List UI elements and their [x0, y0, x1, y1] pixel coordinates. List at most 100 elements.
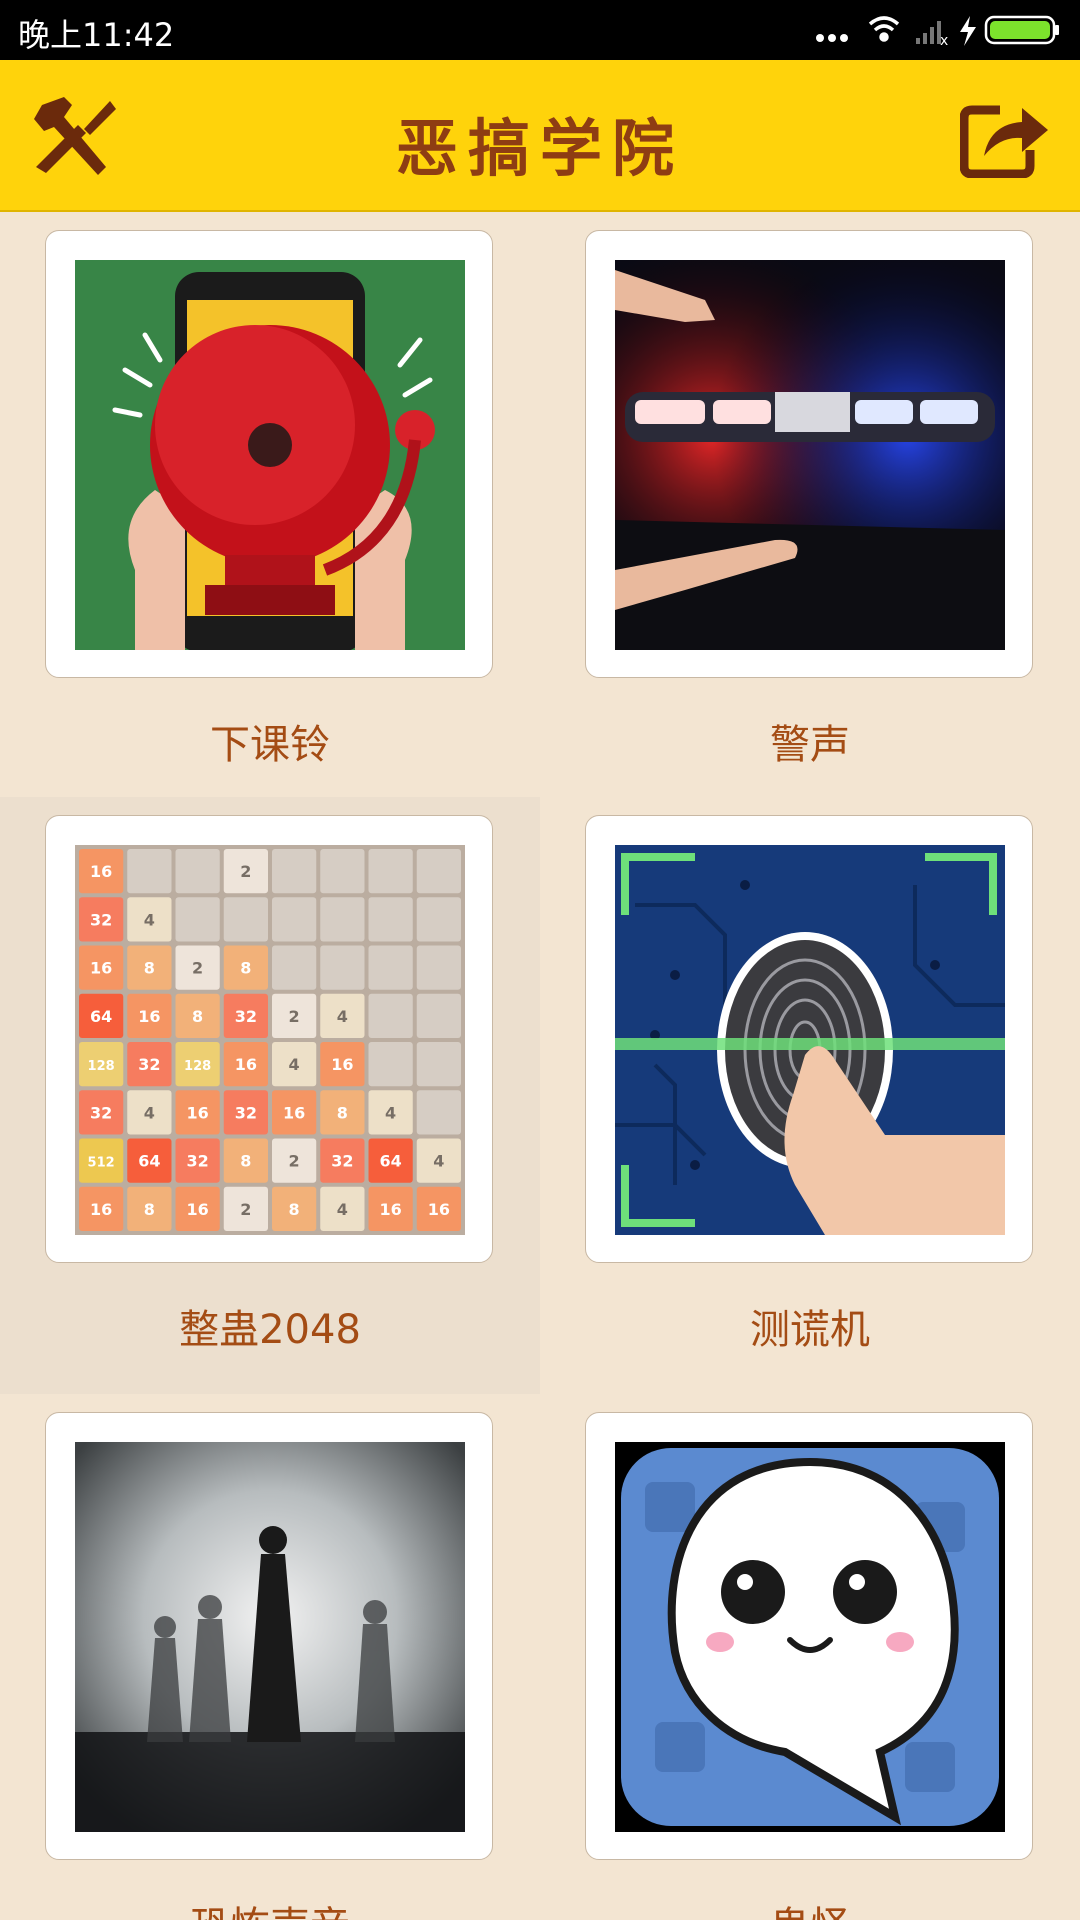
tile-2048-value: 128: [184, 1059, 211, 1074]
tile-2048-value: 16: [428, 1200, 450, 1219]
tile-2048-value: 64: [379, 1152, 401, 1171]
grid-item-school-bell[interactable]: 下课铃: [0, 212, 540, 809]
tile-2048: [272, 849, 317, 894]
status-bar: 晚上11:42 x: [0, 0, 1080, 60]
tile-2048-value: 16: [283, 1103, 305, 1122]
signal-icon: x: [916, 21, 948, 48]
tile-2048: [416, 1042, 461, 1087]
tile-2048-value: 512: [88, 1156, 115, 1171]
item-card: [45, 1412, 493, 1860]
item-label: 恐怖声音: [0, 1894, 540, 1920]
status-time: 晚上11:42: [18, 16, 175, 54]
tile-2048: [368, 993, 413, 1038]
tile-2048-value: 4: [433, 1152, 444, 1171]
grid-item-game-2048[interactable]: 16 2 32 4 16 8 2 8 64 16 8 32 2 4 128 32 128 16 4 16 32 4 16 32…: [0, 797, 540, 1394]
more-dots-icon: [816, 34, 848, 42]
item-label: 测谎机: [750, 1307, 870, 1353]
share-button[interactable]: [959, 92, 1052, 179]
tile-2048-value: 16: [186, 1103, 208, 1122]
ghost-icon: [615, 1442, 1005, 1832]
tile-2048-value: 16: [90, 959, 112, 978]
tile-2048-value: 8: [192, 1007, 203, 1026]
status-icons: x: [816, 15, 1059, 48]
item-card: 16 2 32 4 16 8 2 8 64 16 8 32 2 4 128 32 128 16 4 16 32 4 16 32…: [45, 815, 493, 1263]
school-bell-icon: [75, 260, 465, 650]
tile-2048: [320, 897, 365, 942]
tile-2048-value: 128: [88, 1059, 115, 1074]
wifi-icon: [868, 16, 900, 42]
app-bar: 恶搞学院: [0, 60, 1080, 212]
tile-2048-value: 16: [138, 1007, 160, 1026]
tile-2048-value: 4: [289, 1055, 300, 1074]
tile-2048-value: 8: [144, 959, 155, 978]
game-2048-icon: 16 2 32 4 16 8 2 8 64 16 8 32 2 4 128 32 128 16 4 16 32 4 16 32…: [75, 845, 465, 1235]
tile-2048: [368, 945, 413, 990]
tile-2048-value: 16: [90, 1200, 112, 1219]
tile-2048-value: 16: [90, 862, 112, 881]
police-siren-icon: [615, 260, 1005, 650]
tile-2048: [416, 993, 461, 1038]
tile-2048-value: 64: [90, 1007, 112, 1026]
tile-2048-value: 8: [240, 1152, 251, 1171]
grid-item-ghost[interactable]: 鬼怪: [540, 1394, 1080, 1920]
tile-2048: [320, 945, 365, 990]
tile-2048: [416, 897, 461, 942]
item-card: [45, 230, 493, 678]
tile-2048-value: 32: [235, 1103, 257, 1122]
tile-2048-value: 32: [90, 910, 112, 929]
battery-icon: [984, 15, 1059, 45]
tile-2048: [272, 897, 317, 942]
tile-2048-value: 4: [337, 1200, 348, 1219]
tile-2048-value: 8: [337, 1103, 348, 1122]
share-icon: [959, 105, 1048, 179]
item-label: 下课铃: [210, 722, 330, 768]
page-title: 恶搞学院: [395, 112, 684, 185]
tile-2048-value: 32: [331, 1152, 353, 1171]
tile-2048: [272, 945, 317, 990]
tile-2048-value: 32: [138, 1055, 160, 1074]
tile-2048: [223, 897, 268, 942]
tile-2048: [416, 849, 461, 894]
svg-text:x: x: [940, 33, 948, 48]
item-card: [585, 815, 1033, 1263]
tile-2048-value: 16: [379, 1200, 401, 1219]
item-label: 整蛊2048: [179, 1307, 361, 1353]
tile-2048-value: 32: [235, 1007, 257, 1026]
tile-2048-value: 16: [186, 1200, 208, 1219]
tile-2048-value: 16: [331, 1055, 353, 1074]
tile-2048-value: 4: [337, 1007, 348, 1026]
tile-2048: [368, 849, 413, 894]
tile-2048-value: 2: [192, 959, 203, 978]
tile-2048: [127, 849, 172, 894]
tile-2048-value: 32: [186, 1152, 208, 1171]
tile-2048-value: 64: [138, 1152, 160, 1171]
item-card: [585, 230, 1033, 678]
tile-2048-value: 2: [289, 1152, 300, 1171]
grid-item-shadow-figures[interactable]: 恐怖声音: [0, 1394, 540, 1920]
item-label: 鬼怪: [540, 1894, 1080, 1920]
tile-2048: [416, 945, 461, 990]
tile-2048: [175, 897, 220, 942]
tile-2048-value: 4: [144, 1103, 155, 1122]
shadow-figures-icon: [75, 1442, 465, 1832]
grid-item-lie-detector[interactable]: 测谎机: [540, 797, 1080, 1394]
tile-2048: [175, 849, 220, 894]
fingerprint-scanner-icon: [615, 845, 1005, 1235]
tile-2048: [416, 1090, 461, 1135]
charging-icon: [960, 16, 976, 46]
tile-2048-value: 8: [289, 1200, 300, 1219]
tile-2048-value: 2: [289, 1007, 300, 1026]
tile-2048-value: 8: [240, 959, 251, 978]
tile-2048-value: 16: [235, 1055, 257, 1074]
tile-2048-value: 32: [90, 1103, 112, 1122]
grid-item-police-siren[interactable]: 警声: [540, 212, 1080, 809]
tile-2048-value: 2: [240, 862, 251, 881]
tile-2048: [320, 849, 365, 894]
tile-2048: [368, 897, 413, 942]
tile-2048-value: 4: [385, 1103, 396, 1122]
feature-grid: 下课铃 警声 16 2 32 4 16 8 2 8 64 16 8 32 2 4…: [0, 212, 1080, 1920]
tile-2048-value: 4: [144, 910, 155, 929]
tile-2048: [368, 1042, 413, 1087]
item-label: 警声: [770, 722, 850, 768]
item-card: [585, 1412, 1033, 1860]
